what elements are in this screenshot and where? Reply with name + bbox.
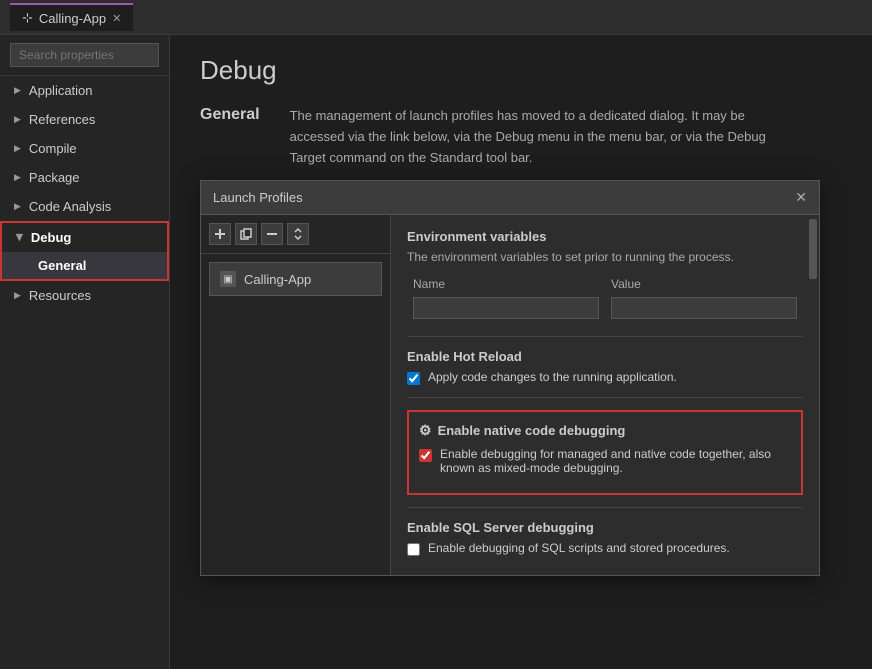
search-input[interactable] [10, 43, 159, 67]
scrollbar-track [807, 215, 819, 575]
hot-reload-label: Apply code changes to the running applic… [428, 370, 677, 384]
sql-debugging-title: Enable SQL Server debugging [407, 520, 803, 535]
tab-close-button[interactable]: ✕ [112, 12, 121, 25]
native-debugging-checkbox-row: Enable debugging for managed and native … [419, 447, 791, 475]
native-debugging-checkbox[interactable] [419, 449, 432, 462]
native-debugging-section: ⚙ Enable native code debugging Enable de… [407, 410, 803, 495]
sidebar-item-label: Application [29, 83, 93, 98]
chevron-icon: ▶ [14, 143, 21, 154]
sidebar-item-resources[interactable]: ▶ Resources [0, 281, 169, 310]
main-layout: ▶ Application ▶ References ▶ Compile ▶ P… [0, 35, 872, 669]
debug-section: ▶ Debug General [0, 221, 169, 281]
env-value-header: Value [605, 274, 803, 294]
sidebar-item-debug[interactable]: ▶ Debug [2, 223, 167, 252]
sidebar-subitem-general[interactable]: General [2, 252, 167, 279]
sidebar-item-label: Debug [31, 230, 71, 245]
gear-icon: ⚙ [419, 422, 432, 439]
section-title: General [200, 106, 260, 124]
sidebar-item-label: Code Analysis [29, 199, 111, 214]
native-debugging-label: Enable debugging for managed and native … [440, 447, 791, 475]
dialog-content: Environment variables The environment va… [391, 215, 819, 575]
env-name-input[interactable] [413, 297, 599, 319]
sidebar-item-code-analysis[interactable]: ▶ Code Analysis [0, 192, 169, 221]
divider-2 [407, 397, 803, 398]
dialog-body: ▣ Calling-App Environment variables The … [201, 215, 819, 575]
sidebar-item-label: References [29, 112, 95, 127]
env-name-header: Name [407, 274, 605, 294]
hot-reload-section: Enable Hot Reload Apply code changes to … [407, 349, 803, 385]
sidebar-item-application[interactable]: ▶ Application [0, 76, 169, 105]
sidebar-subitem-label: General [38, 258, 86, 273]
sidebar-item-references[interactable]: ▶ References [0, 105, 169, 134]
launch-profiles-dialog: Launch Profiles ✕ [200, 180, 820, 576]
chevron-icon: ▶ [14, 201, 21, 212]
divider-3 [407, 507, 803, 508]
env-table-row [407, 294, 803, 322]
sidebar-item-label: Resources [29, 288, 91, 303]
sidebar: ▶ Application ▶ References ▶ Compile ▶ P… [0, 35, 170, 669]
sidebar-item-compile[interactable]: ▶ Compile [0, 134, 169, 163]
copy-profile-button[interactable] [235, 223, 257, 245]
profile-item-calling-app[interactable]: ▣ Calling-App [209, 262, 382, 296]
sql-debugging-checkbox-row: Enable debugging of SQL scripts and stor… [407, 541, 803, 556]
tab-label: Calling-App [39, 11, 106, 26]
chevron-icon: ▶ [14, 234, 25, 241]
delete-profile-button[interactable] [261, 223, 283, 245]
env-variables-section: Environment variables The environment va… [407, 229, 803, 322]
sidebar-item-package[interactable]: ▶ Package [0, 163, 169, 192]
dialog-toolbar [201, 215, 390, 254]
profile-icon: ▣ [220, 271, 236, 287]
env-section-desc: The environment variables to set prior t… [407, 250, 803, 264]
move-profile-button[interactable] [287, 223, 309, 245]
profile-name: Calling-App [244, 272, 311, 287]
chevron-icon: ▶ [14, 290, 21, 301]
dialog-title: Launch Profiles [213, 190, 303, 205]
native-debugging-header: ⚙ Enable native code debugging [419, 422, 791, 439]
chevron-icon: ▶ [14, 85, 21, 96]
section-description: The management of launch profiles has mo… [290, 106, 790, 168]
sql-debugging-checkbox[interactable] [407, 543, 420, 556]
native-debugging-title: Enable native code debugging [438, 423, 626, 438]
sidebar-item-label: Package [29, 170, 80, 185]
chevron-icon: ▶ [14, 114, 21, 125]
divider-1 [407, 336, 803, 337]
env-table: Name Value [407, 274, 803, 322]
tab-pin-icon: ⊹ [22, 10, 33, 26]
tab-calling-app[interactable]: ⊹ Calling-App ✕ [10, 3, 133, 31]
search-box [0, 35, 169, 76]
sidebar-item-label: Compile [29, 141, 77, 156]
content-area: Debug General The management of launch p… [170, 35, 872, 669]
scrollbar-thumb[interactable] [809, 219, 817, 279]
dialog-sidebar: ▣ Calling-App [201, 215, 391, 575]
dialog-close-button[interactable]: ✕ [795, 189, 807, 206]
hot-reload-checkbox-row: Apply code changes to the running applic… [407, 370, 803, 385]
page-title: Debug [200, 55, 842, 86]
dialog-title-bar: Launch Profiles ✕ [201, 181, 819, 215]
sql-debugging-label: Enable debugging of SQL scripts and stor… [428, 541, 730, 555]
env-value-input[interactable] [611, 297, 797, 319]
sql-debugging-section: Enable SQL Server debugging Enable debug… [407, 520, 803, 556]
chevron-icon: ▶ [14, 172, 21, 183]
add-profile-button[interactable] [209, 223, 231, 245]
hot-reload-checkbox[interactable] [407, 372, 420, 385]
title-bar: ⊹ Calling-App ✕ [0, 0, 872, 35]
hot-reload-title: Enable Hot Reload [407, 349, 803, 364]
env-section-title: Environment variables [407, 229, 803, 244]
